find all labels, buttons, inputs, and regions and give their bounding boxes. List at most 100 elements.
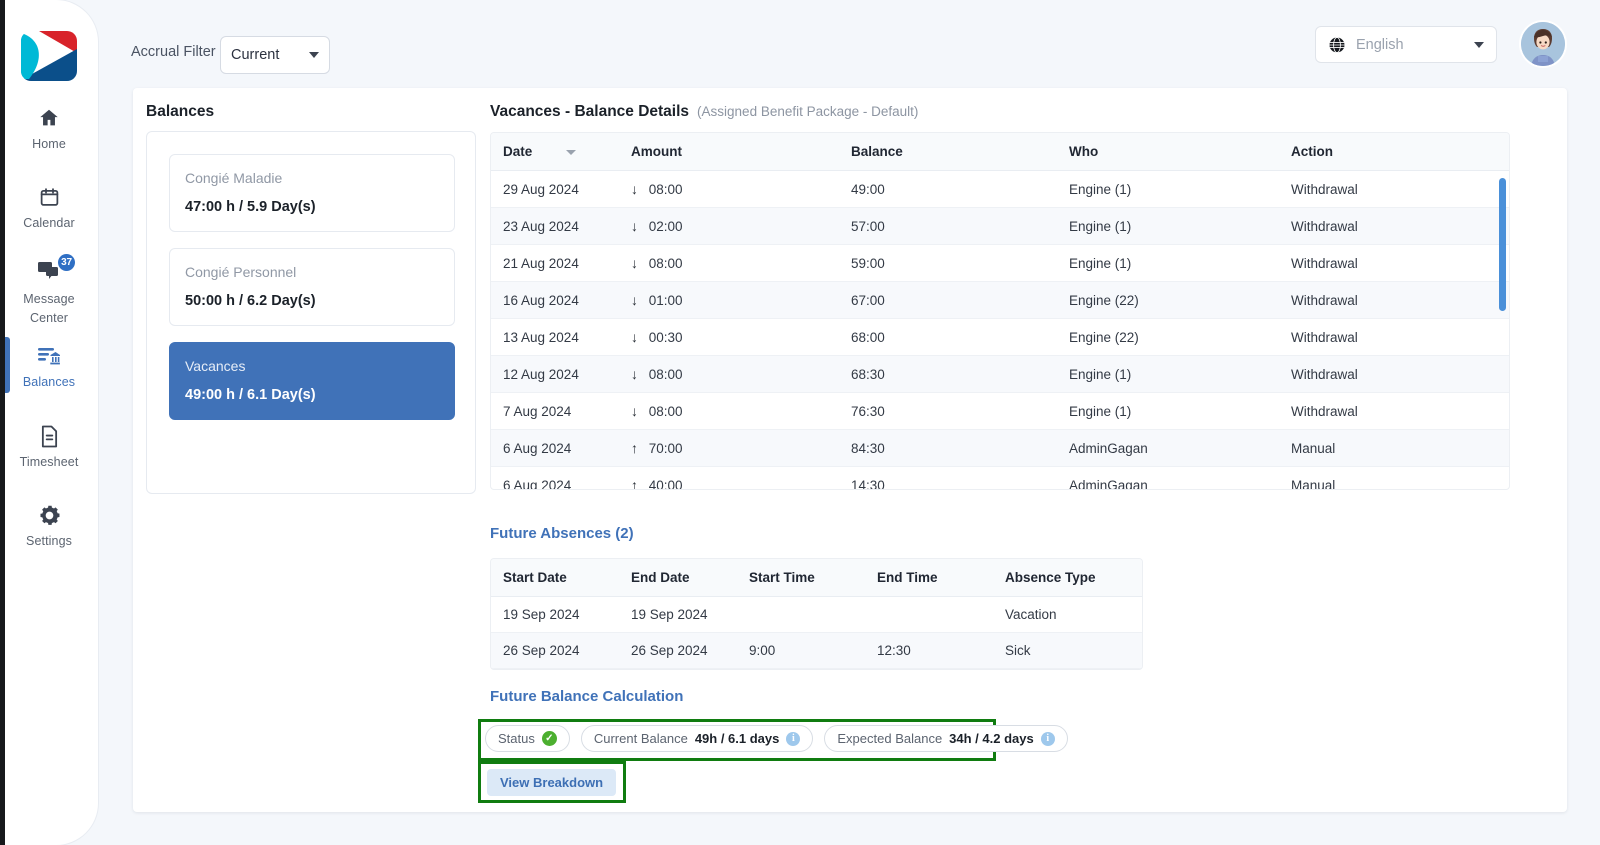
ledger-cell-date: 6 Aug 2024 [491, 429, 619, 467]
ledger-cell-amount: ↓ 08:00 [619, 244, 839, 282]
ledger-cell-amount: ↓ 08:00 [619, 392, 839, 430]
chip-expected-balance[interactable]: Expected Balance 34h / 4.2 days i [824, 725, 1068, 752]
accrual-filter-select[interactable]: Current [220, 36, 330, 74]
ledger-cell-action: Withdrawal [1279, 392, 1509, 430]
fa-cell-type: Sick [993, 632, 1142, 669]
balance-card-name: Vacances [185, 358, 246, 374]
column-header-who[interactable]: Who [1057, 133, 1279, 171]
message-icon: 37 [0, 254, 98, 284]
ledger-cell-who: Engine (22) [1057, 281, 1279, 319]
ledger-cell-amount: ↓ 01:00 [619, 281, 839, 319]
table-row[interactable]: 7 Aug 2024 ↓ 08:00 76:30 Engine (1) Withdraw… [491, 392, 1509, 430]
ledger-cell-who: AdminGagan [1057, 466, 1279, 489]
sidebar-item-settings[interactable]: Settings [0, 502, 98, 549]
arrow-down-icon: ↓ [631, 329, 638, 345]
sidebar-item-balances[interactable]: Balances [0, 337, 98, 393]
ledger-cell-amount: ↓ 08:00 [619, 355, 839, 393]
table-row[interactable]: 12 Aug 2024 ↓ 08:00 68:30 Engine (1) Withdra… [491, 355, 1509, 393]
sidebar-item-calendar[interactable]: Calendar [0, 184, 98, 231]
future-balance-chips: Status ✓ Current Balance 49h / 6.1 days … [485, 725, 1068, 752]
ledger-cell-balance: 57:00 [839, 207, 1057, 245]
table-row[interactable]: 16 Aug 2024 ↓ 01:00 67:00 Engine (22) Withdr… [491, 281, 1509, 319]
view-breakdown-button[interactable]: View Breakdown [487, 769, 617, 796]
ledger-cell-who: Engine (1) [1057, 392, 1279, 430]
ledger-cell-date: 21 Aug 2024 [491, 244, 619, 282]
ledger-table: Date Amount Balance Who Action 29 Aug 20… [491, 133, 1509, 489]
table-row[interactable]: 6 Aug 2024 ↑ 70:00 84:30 AdminGagan Manual [491, 429, 1509, 467]
ledger-cell-date: 16 Aug 2024 [491, 281, 619, 319]
chip-status[interactable]: Status ✓ [485, 725, 570, 752]
column-header-start-date[interactable]: Start Date [491, 559, 619, 597]
language-select[interactable]: English [1315, 26, 1497, 63]
chip-label: Current Balance [593, 731, 688, 746]
sidebar-item-label: Timesheet [19, 455, 79, 469]
chip-current-balance[interactable]: Current Balance 49h / 6.1 days i [580, 725, 814, 752]
chip-value: 34h / 4.2 days [949, 731, 1034, 746]
column-header-balance[interactable]: Balance [839, 133, 1057, 171]
ledger-cell-date: 13 Aug 2024 [491, 318, 619, 356]
column-header-date[interactable]: Date [491, 133, 619, 171]
balance-details-title: Vacances - Balance Details [490, 103, 690, 120]
ledger-cell-balance: 59:00 [839, 244, 1057, 282]
user-avatar[interactable] [1521, 22, 1565, 66]
info-icon[interactable]: i [786, 731, 801, 746]
chip-label: Expected Balance [837, 731, 943, 746]
sidebar-item-home[interactable]: Home [0, 105, 98, 152]
table-row[interactable]: 26 Sep 2024 26 Sep 2024 9:00 12:30 Sick [491, 632, 1142, 669]
column-header-absence-type[interactable]: Absence Type [993, 559, 1142, 597]
sort-descending-icon[interactable] [566, 149, 577, 155]
calendar-icon [0, 184, 98, 210]
table-row[interactable]: 29 Aug 2024 ↓ 08:00 49:00 Engine (1) Withdra… [491, 170, 1509, 208]
ledger-cell-action: Withdrawal [1279, 207, 1509, 245]
accrual-filter-value: Current [231, 47, 280, 63]
ledger-cell-date: 23 Aug 2024 [491, 207, 619, 245]
ledger-cell-who: Engine (1) [1057, 170, 1279, 208]
table-row[interactable]: 19 Sep 2024 19 Sep 2024 Vacation [491, 596, 1142, 633]
sidebar-item-timesheet[interactable]: Timesheet [0, 423, 98, 470]
ledger-cell-date: 12 Aug 2024 [491, 355, 619, 393]
ledger-cell-amount: ↓ 08:00 [619, 170, 839, 208]
arrow-down-icon: ↓ [631, 403, 638, 419]
main-content-card: Balances Congié Maladie 47:00 h / 5.9 Da… [133, 88, 1567, 812]
table-row[interactable]: 21 Aug 2024 ↓ 08:00 59:00 Engine (1) Withdra… [491, 244, 1509, 282]
column-header-end-time[interactable]: End Time [865, 559, 993, 597]
ledger-table-container: Date Amount Balance Who Action 29 Aug 20… [490, 132, 1510, 490]
ledger-cell-date: 29 Aug 2024 [491, 170, 619, 208]
fa-cell-start-time [737, 596, 865, 633]
ledger-cell-action: Withdrawal [1279, 355, 1509, 393]
check-circle-icon: ✓ [541, 731, 557, 746]
balance-card-conge-personnel[interactable]: Congié Personnel 50:00 h / 6.2 Day(s) [169, 248, 455, 326]
ledger-cell-action: Withdrawal [1279, 318, 1509, 356]
column-header-amount[interactable]: Amount [619, 133, 839, 171]
balance-card-vacances[interactable]: Vacances 49:00 h / 6.1 Day(s) [169, 342, 455, 420]
ledger-cell-who: Engine (1) [1057, 355, 1279, 393]
ledger-cell-amount: ↓ 00:30 [619, 318, 839, 356]
fa-cell-start-time: 9:00 [737, 632, 865, 669]
ledger-cell-action: Manual [1279, 429, 1509, 467]
column-header-start-time[interactable]: Start Time [737, 559, 865, 597]
balance-card-value: 50:00 h / 6.2 Day(s) [185, 293, 316, 309]
balance-card-conge-maladie[interactable]: Congié Maladie 47:00 h / 5.9 Day(s) [169, 154, 455, 232]
ledger-cell-who: Engine (1) [1057, 244, 1279, 282]
sidebar-item-message-center[interactable]: 37 Message Center [0, 254, 98, 328]
column-header-end-date[interactable]: End Date [619, 559, 737, 597]
balances-list-panel: Congié Maladie 47:00 h / 5.9 Day(s) Cong… [146, 131, 476, 494]
app-root: Home Calendar 37 Message Center Balances… [0, 0, 1600, 845]
table-row[interactable]: 6 Aug 2024 ↑ 40:00 14:30 AdminGagan Manual [491, 466, 1509, 489]
ledger-scrollbar-thumb[interactable] [1499, 178, 1506, 311]
language-value: English [1356, 36, 1404, 53]
ledger-cell-action: Withdrawal [1279, 244, 1509, 282]
table-row[interactable]: 23 Aug 2024 ↓ 02:00 57:00 Engine (1) Withdra… [491, 207, 1509, 245]
column-header-action[interactable]: Action [1279, 133, 1509, 171]
table-row[interactable]: 13 Aug 2024 ↓ 00:30 68:00 Engine (22) Withdr… [491, 318, 1509, 356]
arrow-down-icon: ↓ [631, 366, 638, 382]
sidebar-item-label: Settings [26, 534, 72, 548]
arrow-down-icon: ↓ [631, 292, 638, 308]
arrow-down-icon: ↓ [631, 181, 638, 197]
table-header-row: Start Date End Date Start Time End Time … [491, 559, 1142, 597]
globe-icon [1329, 36, 1345, 53]
ledger-cell-date: 6 Aug 2024 [491, 466, 619, 489]
fa-cell-start-date: 19 Sep 2024 [491, 596, 619, 633]
company-logo[interactable] [21, 31, 77, 81]
info-icon[interactable]: i [1040, 731, 1055, 746]
